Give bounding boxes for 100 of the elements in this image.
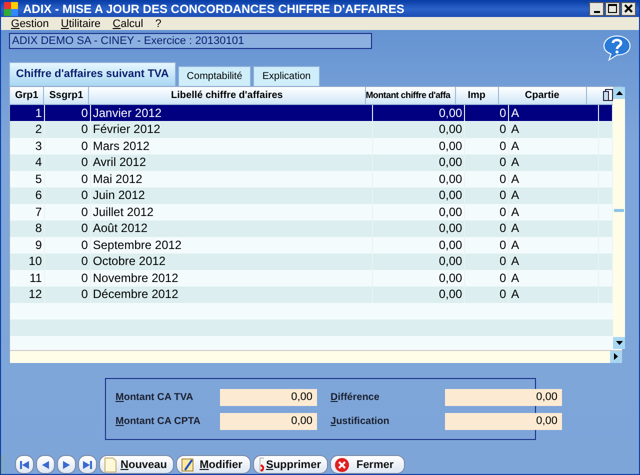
- menu-item[interactable]: Utilitaire: [56, 18, 109, 30]
- delete-icon: [257, 456, 264, 472]
- minimize-icon: [594, 10, 600, 13]
- table-cell: Juin 2012: [90, 187, 374, 204]
- table-cell: 0: [44, 170, 91, 188]
- table-cell: 0: [44, 236, 91, 254]
- column-header[interactable]: Ssgrp1: [44, 86, 90, 104]
- column-header[interactable]: Libellé chiffre d'affaires: [89, 86, 366, 104]
- table-cell: 0: [465, 236, 510, 254]
- table-cell: Août 2012: [90, 220, 374, 237]
- first-arrow-icon: [18, 458, 31, 470]
- table-cell: Mars 2012: [90, 138, 374, 154]
- window-title: ADIX - MISE A JOUR DES CONCORDANCES CHIFFRE D'AFFAIRES: [23, 2, 406, 16]
- table-cell: 0: [44, 154, 91, 171]
- scroll-down-icon[interactable]: [616, 340, 622, 345]
- column-header[interactable]: Grp1: [10, 86, 44, 104]
- minimize-button[interactable]: [589, 2, 604, 16]
- table-cell: 0: [44, 138, 91, 154]
- table-cell: A: [509, 138, 600, 154]
- toolbar-button[interactable]: Modifier: [176, 455, 251, 474]
- tab[interactable]: Chiffre d'affaires suivant TVA: [9, 62, 176, 86]
- table-cell: A: [509, 204, 600, 220]
- field-label: Montant CA TVA: [116, 392, 194, 403]
- table-cell: 0,00: [373, 286, 466, 303]
- last-record-button[interactable]: [78, 455, 97, 474]
- table-cell: A: [509, 253, 600, 270]
- close-icon: [334, 456, 350, 472]
- table-cell: 10: [10, 253, 45, 270]
- table-cell: A: [509, 270, 600, 286]
- table-cell: 0: [44, 270, 91, 286]
- next-record-button[interactable]: [57, 455, 76, 474]
- menu-item[interactable]: ?: [151, 18, 170, 30]
- table-cell: 0: [44, 104, 91, 122]
- scroll-right-icon[interactable]: [614, 353, 618, 360]
- amount-field[interactable]: 0,00: [220, 412, 316, 430]
- table-cell: 0: [44, 220, 91, 237]
- table-cell: 0,00: [373, 220, 466, 237]
- table-cell: 0,00: [373, 104, 466, 122]
- table-cell: 5: [10, 170, 45, 188]
- table-row[interactable]: 1 0 Janvier 2012 0,00 0 A: [10, 104, 613, 122]
- maximize-button[interactable]: [605, 2, 620, 16]
- toolbar-button[interactable]: Fermer: [330, 455, 405, 474]
- table-cell: 1: [10, 104, 45, 122]
- table-cell: 2: [10, 121, 45, 138]
- table-cell: Octobre 2012: [90, 253, 374, 270]
- table-cell: 0: [465, 286, 510, 303]
- table-cell: Juillet 2012: [90, 204, 374, 220]
- pencil-icon: [180, 456, 196, 472]
- last-arrow-icon: [81, 458, 94, 470]
- table-cell: 0: [465, 187, 510, 204]
- table-cell: 0: [44, 286, 91, 303]
- table-cell: 12: [10, 286, 45, 303]
- table-cell: 0: [44, 187, 91, 204]
- table-cell: Janvier 2012: [90, 104, 374, 122]
- amount-field[interactable]: 0,00: [444, 412, 562, 430]
- table-cell: 0: [44, 204, 91, 220]
- table-cell: 4: [10, 154, 45, 171]
- table-cell: 0,00: [373, 204, 466, 220]
- tab[interactable]: Explication: [253, 66, 320, 86]
- column-header[interactable]: Cpartie: [498, 86, 587, 104]
- table-cell: A: [509, 121, 600, 138]
- table-cell: 6: [10, 187, 45, 204]
- column-header[interactable]: Imp: [456, 86, 499, 104]
- amount-field[interactable]: 0,00: [220, 388, 316, 406]
- menu-item[interactable]: Gestion: [7, 18, 57, 30]
- table-cell: 0: [44, 121, 91, 138]
- company-info-field: ADIX DEMO SA - CINEY - Exercice : 20130101: [9, 33, 372, 50]
- previous-record-button[interactable]: [36, 455, 55, 474]
- table-cell: Février 2012: [90, 121, 374, 138]
- maximize-icon: [608, 4, 617, 14]
- table-cell: Septembre 2012: [90, 236, 374, 254]
- toolbar-button[interactable]: Supprimer: [253, 455, 328, 474]
- close-button[interactable]: [621, 2, 636, 16]
- column-chooser-icon[interactable]: [602, 89, 613, 102]
- amount-field[interactable]: 0,00: [444, 388, 562, 406]
- table-cell: 0,00: [373, 138, 466, 154]
- tab[interactable]: Comptabilité: [178, 66, 252, 86]
- table-cell: 0: [465, 170, 510, 188]
- vertical-scrollbar[interactable]: [613, 86, 625, 349]
- scroll-up-icon[interactable]: [616, 90, 622, 95]
- table-cell: 0,00: [373, 236, 466, 254]
- menu-item[interactable]: Calcul: [108, 18, 152, 30]
- table-cell: 0,00: [373, 154, 466, 171]
- close-icon: [624, 4, 633, 14]
- table-cell: Décembre 2012: [90, 286, 374, 303]
- table-cell: 0: [44, 253, 91, 270]
- table-cell: A: [509, 154, 600, 171]
- table-cell: 0: [465, 154, 510, 171]
- column-header[interactable]: Montant chiffre d'affa: [366, 86, 456, 104]
- table-cell: 9: [10, 236, 45, 254]
- table-cell: 0,00: [373, 121, 466, 138]
- new-document-icon: [103, 456, 119, 472]
- horizontal-scrollbar[interactable]: [10, 350, 622, 363]
- help-icon[interactable]: [603, 35, 631, 62]
- first-record-button[interactable]: [15, 455, 34, 474]
- table-cell: A: [509, 220, 600, 237]
- toolbar-button[interactable]: Nouveau: [99, 455, 174, 474]
- table-cell: A: [509, 170, 600, 188]
- table-cell: Novembre 2012: [90, 270, 374, 286]
- table-cell: 7: [10, 204, 45, 220]
